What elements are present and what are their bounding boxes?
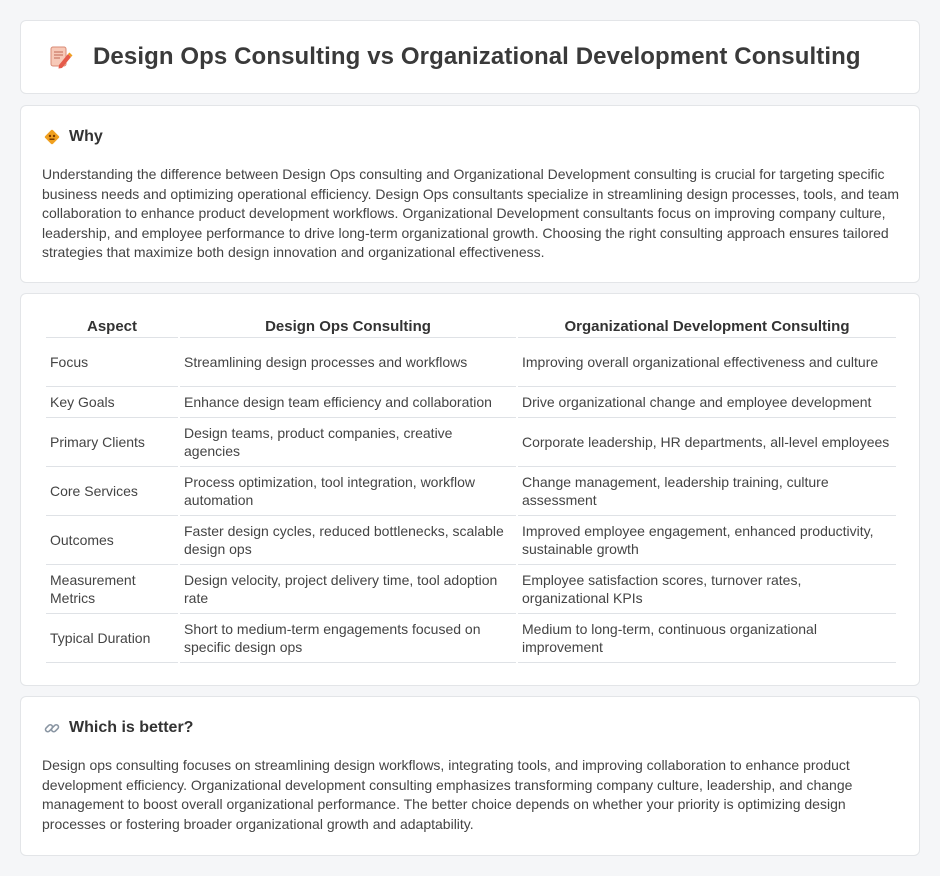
table-row: Measurement Metrics Design velocity, pro… <box>46 565 896 614</box>
org-dev-cell: Improving overall organizational effecti… <box>518 338 896 387</box>
design-ops-cell: Faster design cycles, reduced bottleneck… <box>180 516 516 565</box>
table-row: Outcomes Faster design cycles, reduced b… <box>46 516 896 565</box>
why-heading: Why <box>69 128 103 145</box>
document-pencil-icon <box>50 46 73 69</box>
table-row: Key Goals Enhance design team efficiency… <box>46 387 896 418</box>
why-text: Understanding the difference between Des… <box>42 166 900 260</box>
link-icon <box>44 723 60 733</box>
better-header: Which is better? <box>43 719 193 737</box>
column-header-org-dev: Organizational Development Consulting <box>518 316 896 338</box>
page-title: Design Ops Consulting vs Organizational … <box>93 43 861 70</box>
table-header-row: Aspect Design Ops Consulting Organizatio… <box>46 316 896 338</box>
design-ops-cell: Design teams, product companies, creativ… <box>180 418 516 467</box>
comparison-table: Aspect Design Ops Consulting Organizatio… <box>44 316 898 663</box>
design-ops-cell: Short to medium-term engagements focused… <box>180 614 516 663</box>
diamond-sign-icon <box>44 129 60 145</box>
design-ops-cell: Design velocity, project delivery time, … <box>180 565 516 614</box>
table-row: Typical Duration Short to medium-term en… <box>46 614 896 663</box>
column-header-design-ops: Design Ops Consulting <box>180 316 516 338</box>
aspect-cell: Measurement Metrics <box>46 565 178 614</box>
org-dev-cell: Employee satisfaction scores, turnover r… <box>518 565 896 614</box>
better-heading: Which is better? <box>69 719 194 736</box>
design-ops-cell: Process optimization, tool integration, … <box>180 467 516 516</box>
table-row: Focus Streamlining design processes and … <box>46 338 896 387</box>
aspect-cell: Outcomes <box>46 516 178 565</box>
org-dev-cell: Improved employee engagement, enhanced p… <box>518 516 896 565</box>
aspect-cell: Focus <box>46 338 178 387</box>
why-section: Why Understanding the difference between… <box>20 105 920 283</box>
aspect-cell: Primary Clients <box>46 418 178 467</box>
org-dev-cell: Medium to long-term, continuous organiza… <box>518 614 896 663</box>
better-text: Design ops consulting focuses on streaml… <box>42 757 853 832</box>
comparison-section: Aspect Design Ops Consulting Organizatio… <box>20 293 920 686</box>
org-dev-cell: Drive organizational change and employee… <box>518 387 896 418</box>
design-ops-cell: Streamlining design processes and workfl… <box>180 338 516 387</box>
why-header: Why <box>43 128 103 146</box>
org-dev-cell: Corporate leadership, HR departments, al… <box>518 418 896 467</box>
which-is-better-section: Which is better? Design ops consulting f… <box>20 696 920 856</box>
title-row: Design Ops Consulting vs Organizational … <box>21 21 919 93</box>
org-dev-cell: Change management, leadership training, … <box>518 467 896 516</box>
design-ops-cell: Enhance design team efficiency and colla… <box>180 387 516 418</box>
aspect-cell: Core Services <box>46 467 178 516</box>
column-header-aspect: Aspect <box>46 316 178 338</box>
table-row: Primary Clients Design teams, product co… <box>46 418 896 467</box>
aspect-cell: Typical Duration <box>46 614 178 663</box>
aspect-cell: Key Goals <box>46 387 178 418</box>
table-row: Core Services Process optimization, tool… <box>46 467 896 516</box>
title-card: Design Ops Consulting vs Organizational … <box>20 20 920 94</box>
